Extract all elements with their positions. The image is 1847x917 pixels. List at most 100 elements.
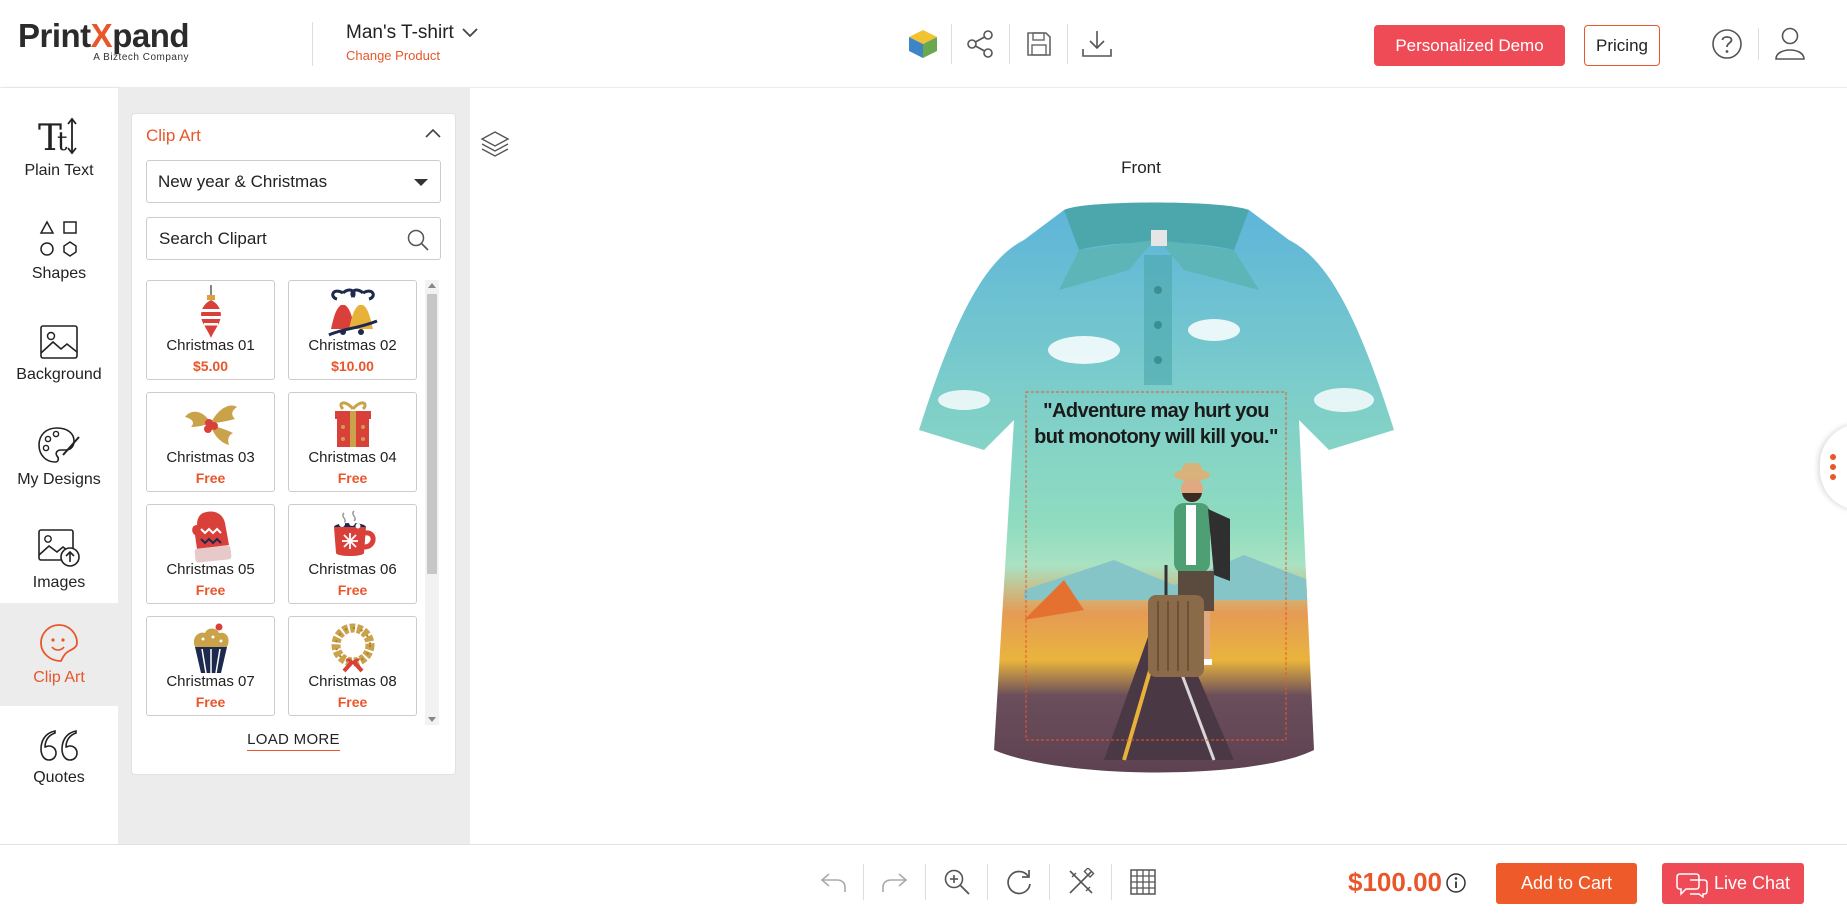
search-icon[interactable] — [406, 228, 430, 252]
clipart-name: Christmas 05 — [166, 561, 255, 578]
clipart-thumb — [147, 285, 274, 339]
zoom-in-button[interactable] — [926, 864, 988, 900]
clipart-thumb — [289, 397, 416, 451]
header-divider — [312, 22, 313, 66]
clipart-card[interactable]: Christmas 01 $5.00 — [146, 280, 275, 380]
clipart-name: Christmas 06 — [308, 561, 397, 578]
load-more-container: LOAD MORE — [132, 731, 455, 751]
redo-button[interactable] — [864, 864, 926, 900]
tools-button[interactable] — [1050, 864, 1112, 900]
clipart-price: Free — [337, 694, 368, 710]
product-dropdown[interactable]: Man's T-shirt — [346, 22, 478, 44]
nav-label: Images — [32, 573, 86, 591]
info-icon[interactable] — [1445, 872, 1467, 894]
clipart-price: Free — [195, 582, 226, 598]
help-icon — [1712, 29, 1742, 59]
shapes-icon — [39, 219, 77, 257]
nav-background[interactable]: Background — [0, 302, 118, 405]
header: PrintXpand A Biztech Company Man's T-shi… — [0, 0, 1847, 88]
clipart-price: $10.00 — [331, 358, 374, 374]
clipart-name: Christmas 03 — [166, 449, 255, 466]
nav-label: Shapes — [31, 264, 87, 282]
clipart-thumb — [289, 509, 416, 563]
download-button[interactable] — [1068, 24, 1126, 64]
nav-my-designs[interactable]: My Designs — [0, 405, 118, 508]
grid-icon — [1130, 869, 1156, 895]
total-price: $100.00 — [1348, 867, 1442, 897]
save-button[interactable] — [1010, 24, 1068, 64]
share-button[interactable] — [952, 24, 1010, 64]
clipart-search — [146, 217, 441, 260]
nav-plain-text[interactable]: T t Plain Text — [0, 96, 118, 199]
clipart-scrollbar[interactable] — [425, 280, 439, 725]
clipart-card[interactable]: Christmas 02 $10.00 — [288, 280, 417, 380]
nav-clip-art[interactable]: Clip Art — [0, 603, 118, 706]
brand-logo[interactable]: PrintXpand A Biztech Company — [18, 18, 190, 64]
design-quote-text[interactable]: "Adventure may hurt you but monotony wil… — [1025, 398, 1287, 450]
clipart-price: Free — [195, 470, 226, 486]
canvas-toolbar — [802, 864, 1174, 900]
search-input[interactable] — [159, 228, 399, 250]
reset-icon — [1006, 870, 1031, 895]
mug-icon — [333, 510, 376, 556]
handle-dot — [1830, 454, 1836, 460]
gift-icon — [334, 401, 371, 447]
clip-art-panel: Clip Art New year & Christmas Search Cli… — [131, 113, 456, 775]
account-button[interactable] — [1774, 25, 1806, 66]
background-icon — [40, 324, 78, 359]
palette-icon — [38, 426, 80, 463]
grid-button[interactable] — [1112, 864, 1174, 900]
clipart-card[interactable]: Christmas 05 Free — [146, 504, 275, 604]
add-to-cart-button[interactable]: Add to Cart — [1496, 863, 1637, 904]
product-selector[interactable]: Man's T-shirt Change Product — [346, 22, 478, 63]
side-label: Front — [1121, 158, 1161, 177]
live-chat-button[interactable]: Live Chat — [1662, 863, 1804, 904]
clipart-card[interactable]: Christmas 04 Free — [288, 392, 417, 492]
wreath-icon — [331, 623, 374, 673]
reset-button[interactable] — [988, 864, 1050, 900]
chevron-down-icon — [462, 28, 478, 38]
help-button[interactable] — [1710, 27, 1744, 66]
scroll-up-icon[interactable] — [428, 283, 436, 288]
left-sidebar: T t Plain Text Shapes Background My Desi… — [0, 88, 118, 844]
handle-dot — [1830, 474, 1836, 480]
clipart-thumb — [147, 509, 274, 563]
clipart-name: Christmas 07 — [166, 673, 255, 690]
clipart-thumb — [147, 397, 274, 451]
tshirt-preview[interactable] — [914, 200, 1404, 790]
footer-bar: $100.00 Add to Cart Live Chat — [0, 844, 1847, 917]
clipart-card[interactable]: Christmas 08 Free — [288, 616, 417, 716]
category-select[interactable]: New year & Christmas — [146, 160, 441, 203]
clipart-card[interactable]: Christmas 06 Free — [288, 504, 417, 604]
chevron-up-icon[interactable] — [425, 128, 441, 138]
load-more-button[interactable]: LOAD MORE — [247, 731, 340, 751]
handle-dot — [1830, 464, 1836, 470]
undo-button[interactable] — [802, 864, 864, 900]
nav-label: Quotes — [33, 768, 85, 786]
clipart-thumb — [289, 285, 416, 339]
redo-icon — [881, 873, 907, 892]
images-icon — [38, 528, 80, 567]
download-icon — [1082, 31, 1112, 57]
live-chat-label: Live Chat — [1713, 873, 1791, 893]
clipart-card[interactable]: Christmas 03 Free — [146, 392, 275, 492]
pricing-button[interactable]: Pricing — [1584, 25, 1660, 66]
scroll-thumb[interactable] — [427, 294, 437, 574]
clipart-card[interactable]: Christmas 07 Free — [146, 616, 275, 716]
nav-shapes[interactable]: Shapes — [0, 199, 118, 302]
layers-icon[interactable] — [480, 129, 510, 159]
chat-icon — [1676, 872, 1708, 898]
product-name: Man's T-shirt — [346, 22, 454, 43]
nav-images[interactable]: Images — [0, 508, 118, 611]
quotes-icon — [40, 729, 78, 761]
nav-quotes[interactable]: Quotes — [0, 706, 118, 809]
clipart-name: Christmas 08 — [308, 673, 397, 690]
clipart-price: Free — [337, 582, 368, 598]
change-product-link[interactable]: Change Product — [346, 48, 478, 63]
clipart-name: Christmas 04 — [308, 449, 397, 466]
scroll-down-icon[interactable] — [428, 717, 436, 722]
3d-view-button[interactable] — [894, 24, 952, 64]
personalized-demo-button[interactable]: Personalized Demo — [1374, 25, 1565, 66]
save-icon — [1026, 32, 1051, 56]
header-toolbar — [894, 24, 1126, 64]
